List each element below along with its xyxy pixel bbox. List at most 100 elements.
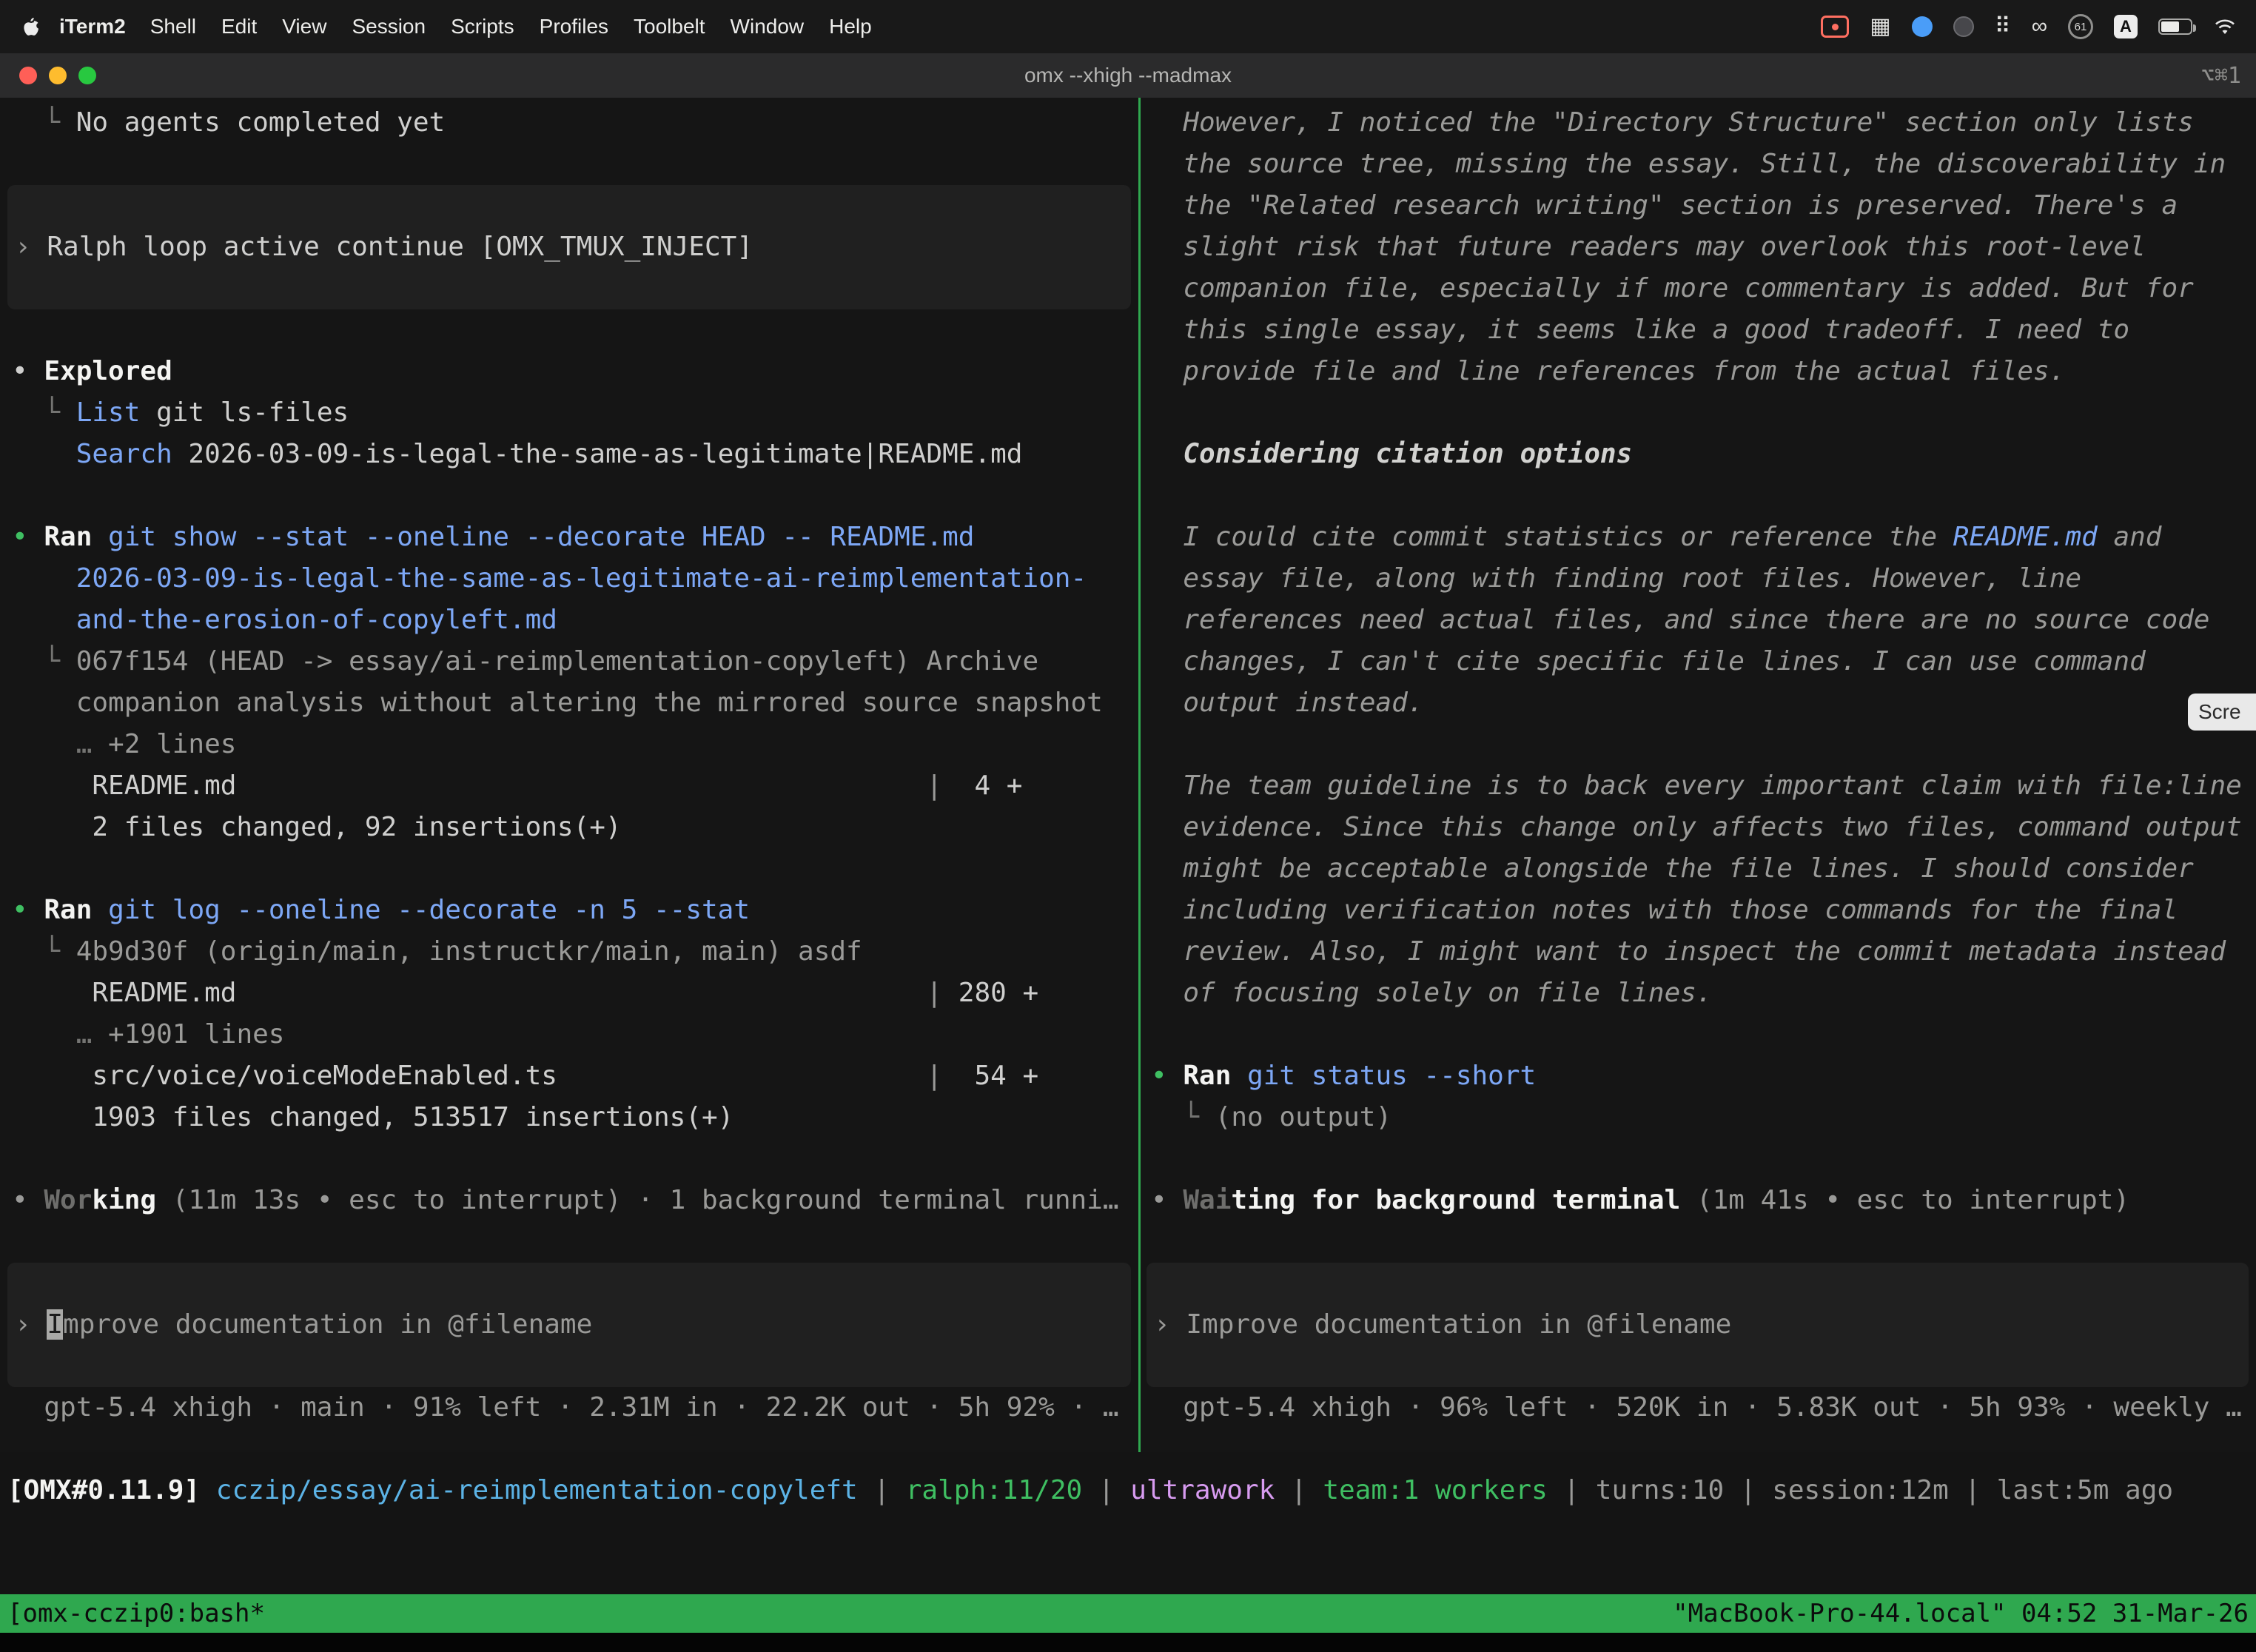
screen-recording-icon[interactable] — [1821, 16, 1849, 38]
close-button[interactable] — [19, 67, 37, 84]
terminal-line: Considering citation options — [1151, 434, 2256, 475]
text-segment: slight risk that future readers may over… — [1151, 232, 2146, 262]
terminal-line: › Improve documentation in @filename — [15, 1304, 1131, 1346]
text-segment: ultrawork — [1130, 1475, 1275, 1505]
text-segment: king — [92, 1185, 156, 1215]
text-segment: git show --stat --oneline --decorate HEA… — [108, 522, 974, 552]
text-segment: └ — [12, 646, 76, 676]
terminal-line: README.md | 4 + — [12, 765, 1138, 807]
text-segment: changes, I can't cite specific file line… — [1151, 646, 2146, 676]
text-segment: last:5m ago — [1997, 1475, 2173, 1505]
text-segment: of focusing solely on file lines. — [1151, 978, 1713, 1008]
text-segment — [12, 439, 76, 469]
text-segment: README.md — [1953, 522, 2098, 552]
grid-icon[interactable]: ▦ — [1870, 14, 1890, 39]
apple-menu[interactable] — [19, 15, 40, 38]
text-segment: 280 + — [942, 978, 1038, 1008]
prompt-input[interactable]: › Improve documentation in @filename — [1147, 1263, 2249, 1387]
terminal-blank-line — [12, 1138, 1138, 1180]
terminal-line: companion file, especially if more comme… — [1151, 268, 2256, 309]
text-segment: └ — [12, 936, 76, 967]
text-segment: … — [12, 729, 108, 759]
menu-item-toolbelt[interactable]: Toolbelt — [621, 15, 718, 38]
terminal-line: evidence. Since this change only affects… — [1151, 807, 2256, 848]
menu-item-shell[interactable]: Shell — [138, 15, 209, 38]
text-segment: gpt-5.4 xhigh · main · 91% left · 2.31M … — [12, 1392, 1119, 1423]
menu-item-help[interactable]: Help — [816, 15, 884, 38]
text-segment: cczip/essay/ai-reimplementation-copyleft — [216, 1475, 858, 1505]
ralph-loop-banner[interactable]: › Ralph loop active continue [OMX_TMUX_I… — [7, 185, 1131, 309]
terminal-blank-line — [1151, 724, 2256, 765]
terminal-blank-line — [12, 1221, 1138, 1263]
text-segment: | — [1275, 1475, 1323, 1505]
text-segment: Considering citation options — [1151, 439, 1632, 469]
terminal-line: slight risk that future readers may over… — [1151, 226, 2256, 268]
terminal-line: … +1901 lines — [12, 1014, 1138, 1055]
terminal-pane-right[interactable]: However, I noticed the "Directory Struct… — [1141, 98, 2256, 1452]
dark-app-icon[interactable] — [1953, 16, 1974, 37]
text-segment: • — [12, 522, 44, 552]
dots-grid-icon[interactable]: ⠿ — [1995, 14, 2011, 39]
text-segment: (11m 13s • esc to interrupt) · 1 backgro… — [156, 1185, 1118, 1215]
terminal-line: › Improve documentation in @filename — [1154, 1304, 2249, 1346]
app-menu-title[interactable]: iTerm2 — [47, 15, 138, 38]
text-segment: › — [15, 1309, 47, 1340]
terminal-line: 2 files changed, 92 insertions(+) — [12, 807, 1138, 848]
menu-item-window[interactable]: Window — [718, 15, 817, 38]
window-shortcut-hint: ⌥⌘1 — [2201, 63, 2256, 89]
bottom-gap — [0, 1633, 2256, 1652]
text-segment: | — [1724, 1475, 1772, 1505]
text-segment: Ran — [44, 522, 92, 552]
tmux-session-info: [omx-cczip0:bash* — [7, 1594, 265, 1633]
terminal-line: provide file and line references from th… — [1151, 351, 2256, 392]
text-segment: git log --oneline --decorate -n 5 --stat — [108, 895, 750, 925]
terminal-line: review. Also, I might want to inspect th… — [1151, 931, 2256, 973]
text-segment: • — [1151, 1061, 1183, 1091]
menu-item-view[interactable]: View — [269, 15, 339, 38]
terminal-content: └ No agents completed yet› Ralph loop ac… — [0, 98, 2256, 1452]
text-segment: src/voice/voiceModeEnabled.ts — [12, 1061, 557, 1091]
blue-app-icon[interactable] — [1912, 16, 1933, 37]
wifi-icon[interactable] — [2213, 17, 2237, 36]
menu-item-scripts[interactable]: Scripts — [438, 15, 527, 38]
terminal-line: and-the-erosion-of-copyleft.md — [12, 600, 1138, 641]
menu-item-edit[interactable]: Edit — [209, 15, 269, 38]
text-segment: | — [1082, 1475, 1130, 1505]
terminal-line: including verification notes with those … — [1151, 890, 2256, 931]
text-segment: Wor — [44, 1185, 92, 1215]
text-segment: | — [557, 1061, 942, 1091]
terminal-blank-line — [1151, 475, 2256, 517]
text-segment: • — [1151, 1185, 1183, 1215]
minimize-button[interactable] — [49, 67, 67, 84]
zoom-button[interactable] — [78, 67, 96, 84]
terminal-line: essay file, along with finding root file… — [1151, 558, 2256, 600]
text-segment: 067f154 (HEAD -> essay/ai-reimplementati… — [76, 646, 1038, 676]
prompt-input[interactable]: › Improve documentation in @filename — [7, 1263, 1131, 1387]
terminal-pane-left[interactable]: └ No agents completed yet› Ralph loop ac… — [0, 98, 1138, 1452]
tmux-host-time: "MacBook-Pro-44.local" 04:52 31-Mar-26 — [1673, 1594, 2249, 1633]
text-segment: I — [47, 1309, 63, 1340]
keyboard-layout-icon[interactable]: A — [2114, 15, 2138, 38]
omx-status-line: [OMX#0.11.9] cczip/essay/ai-reimplementa… — [0, 1470, 2256, 1511]
text-segment — [92, 522, 108, 552]
meter-icon[interactable]: 61 — [2068, 14, 2093, 39]
text-segment — [1231, 1061, 1247, 1091]
menu-item-profiles[interactable]: Profiles — [527, 15, 621, 38]
terminal-line: • Explored — [12, 351, 1138, 392]
text-segment: references need actual files, and since … — [1151, 605, 2209, 635]
screen-share-overlay-button[interactable]: Scre — [2188, 694, 2256, 731]
text-segment: output instead. — [1151, 688, 1423, 718]
menu-item-session[interactable]: Session — [339, 15, 438, 38]
text-segment: gpt-5.4 xhigh · 96% left · 520K in · 5.8… — [1151, 1392, 2242, 1423]
terminal-line: of focusing solely on file lines. — [1151, 973, 2256, 1014]
battery-icon[interactable] — [2158, 19, 2192, 35]
infinity-icon[interactable]: ∞ — [2032, 14, 2047, 39]
terminal-line: gpt-5.4 xhigh · 96% left · 520K in · 5.8… — [1151, 1387, 2256, 1428]
text-segment: provide file and line references from th… — [1151, 356, 2065, 386]
recording-dot — [1832, 24, 1839, 30]
text-segment: might be acceptable alongside the file l… — [1151, 853, 2194, 884]
terminal-line: • Waiting for background terminal (1m 41… — [1151, 1180, 2256, 1221]
text-segment: | — [236, 978, 942, 1008]
text-segment: Ralph loop active continue [OMX_TMUX_INJ… — [47, 232, 753, 262]
text-segment: | — [236, 770, 942, 801]
